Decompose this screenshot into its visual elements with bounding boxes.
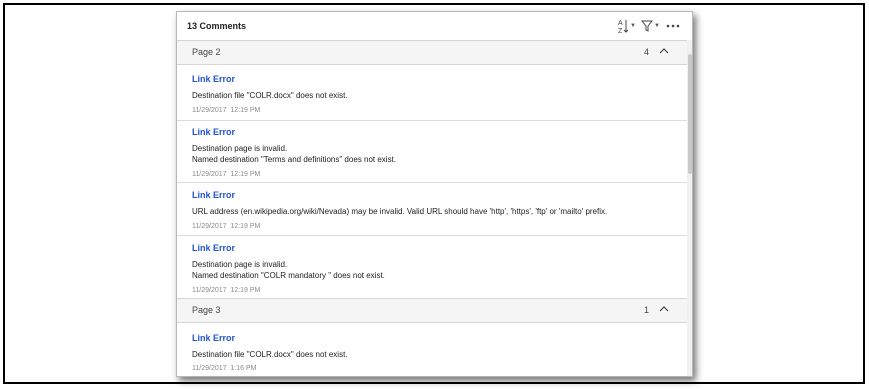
sort-az-icon: A Z [618, 20, 629, 34]
comment-title: Link Error [192, 127, 236, 137]
comment-timestamp: 11/29/2017 1:16 PM [192, 365, 257, 372]
comments-panel: 13 Comments A Z ▼ ▼ Page 2 4 Link Error … [176, 11, 693, 377]
comment-timestamp: 11/29/2017 12:19 PM [192, 107, 261, 114]
comment-item[interactable]: Link Error Destination page is invalid. … [177, 243, 687, 298]
comment-title: Link Error [192, 243, 236, 253]
group-title: Page 3 [192, 305, 221, 315]
comment-title: Link Error [192, 74, 236, 84]
comment-body: Destination file "COLR.docx" does not ex… [192, 91, 348, 100]
comment-body: URL address (en.wikipedia.org/wiki/Nevad… [192, 207, 608, 216]
group-count: 1 [643, 305, 649, 315]
group-header-page-2[interactable]: Page 2 4 [177, 40, 687, 65]
comment-timestamp: 11/29/2017 12:19 PM [192, 171, 261, 178]
comments-count-title: 13 Comments [187, 21, 247, 31]
comment-title: Link Error [192, 333, 236, 343]
comments-header: 13 Comments A Z ▼ ▼ [177, 12, 692, 40]
group-count: 4 [643, 47, 649, 57]
chevron-up-icon[interactable] [659, 304, 669, 314]
more-options-icon [666, 24, 680, 28]
chevron-down-icon: ▼ [630, 23, 636, 29]
comment-item[interactable]: Link Error Destination page is invalid. … [177, 127, 687, 183]
filter-icon [641, 20, 653, 32]
comment-item[interactable]: Link Error URL address (en.wikipedia.org… [177, 190, 687, 236]
sort-button[interactable]: A Z ▼ [617, 18, 636, 34]
comment-body: Destination file "COLR.docx" does not ex… [192, 350, 348, 359]
comment-body: Destination page is invalid. Named desti… [192, 260, 385, 280]
more-options-button[interactable] [666, 18, 680, 34]
comment-title: Link Error [192, 190, 236, 200]
scrollbar[interactable] [687, 40, 692, 376]
comment-item[interactable]: Link Error Destination file "COLR.docx" … [177, 333, 687, 376]
comment-timestamp: 11/29/2017 12:19 PM [192, 287, 261, 294]
chevron-down-icon: ▼ [654, 23, 660, 29]
scrollbar-thumb[interactable] [688, 54, 692, 174]
chevron-up-icon[interactable] [659, 46, 669, 56]
group-title: Page 2 [192, 47, 221, 57]
comment-item[interactable]: Link Error Destination file "COLR.docx" … [177, 74, 687, 121]
comment-body: Destination page is invalid. Named desti… [192, 144, 397, 164]
comment-timestamp: 11/29/2017 12:19 PM [192, 223, 261, 230]
filter-button[interactable]: ▼ [641, 18, 660, 34]
group-header-page-3[interactable]: Page 3 1 [177, 298, 687, 323]
svg-text:Z: Z [618, 28, 623, 34]
svg-text:A: A [618, 20, 623, 27]
